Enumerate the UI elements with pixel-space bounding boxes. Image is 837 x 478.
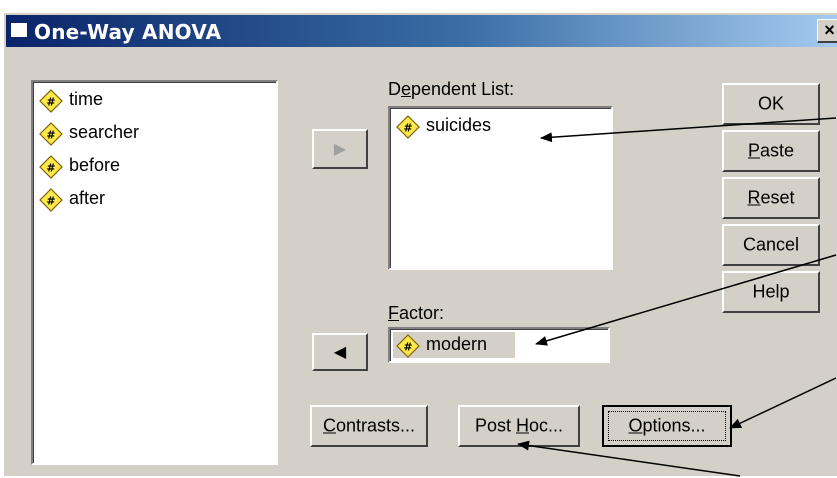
options-button[interactable]: Options...: [602, 405, 732, 447]
dialog-title: One-Way ANOVA: [34, 20, 222, 44]
scale-variable-icon: #: [39, 155, 63, 179]
scale-variable-icon: #: [396, 334, 420, 358]
scale-variable-icon: #: [39, 122, 63, 146]
cancel-button[interactable]: Cancel: [722, 224, 820, 266]
variable-label: after: [69, 188, 106, 208]
paste-button[interactable]: Paste: [722, 130, 820, 172]
scale-variable-icon: #: [396, 115, 420, 139]
contrasts-button[interactable]: Contrasts...: [310, 405, 428, 447]
variable-label: searcher: [69, 122, 140, 142]
dependent-list[interactable]: # suicides: [388, 106, 613, 270]
svg-text:#: #: [46, 195, 55, 208]
factor-label: Factor:: [388, 303, 445, 323]
variable-label: time: [69, 89, 104, 109]
dependent-list-label: Dependent List:: [388, 79, 515, 99]
variable-label: before: [69, 155, 121, 175]
right-arrow-icon: ▶: [333, 141, 347, 158]
close-button[interactable]: ×: [817, 19, 837, 43]
scale-variable-icon: #: [39, 89, 63, 113]
title-bar[interactable]: One-Way ANOVA ×: [6, 15, 837, 47]
move-to-dependent-button[interactable]: ▶: [312, 129, 368, 169]
post-hoc-button[interactable]: Post Hoc...: [458, 405, 580, 447]
svg-text:#: #: [46, 162, 55, 175]
source-variable-list[interactable]: # time # searcher # before # after: [31, 80, 278, 465]
svg-text:#: #: [403, 341, 412, 354]
svg-text:#: #: [46, 129, 55, 142]
variable-label: modern: [426, 334, 488, 354]
help-button[interactable]: Help: [722, 271, 820, 313]
svg-text:#: #: [403, 122, 412, 135]
scale-variable-icon: #: [39, 188, 63, 212]
ok-button[interactable]: OK: [722, 83, 820, 125]
factor-field[interactable]: # modern: [388, 327, 610, 363]
move-factor-button[interactable]: ◀: [312, 333, 368, 371]
dialog-icon: [10, 22, 28, 38]
left-arrow-icon: ◀: [333, 344, 347, 361]
anova-dialog: One-Way ANOVA × # time # searcher # befo…: [3, 12, 837, 476]
svg-text:#: #: [46, 96, 55, 109]
variable-label: suicides: [426, 115, 492, 135]
reset-button[interactable]: Reset: [722, 177, 820, 219]
